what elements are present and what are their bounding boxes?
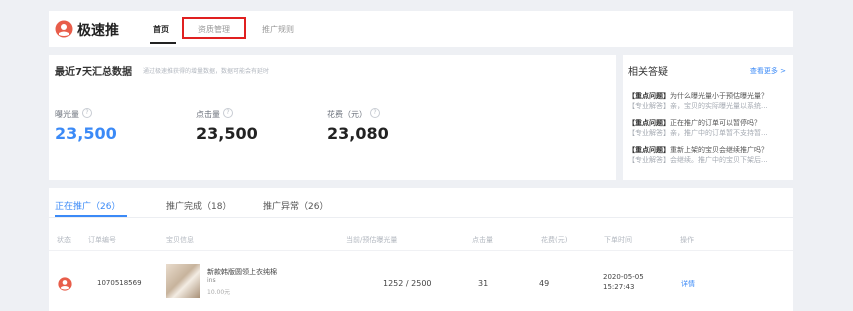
column-header-product: 宝贝信息 — [166, 236, 194, 244]
product-thumbnail[interactable] — [166, 264, 200, 298]
faq-more-link[interactable]: 查看更多 > — [750, 66, 786, 76]
faq-card: 相关答疑 查看更多 > 【重点问题】为什么曝光量小于预估曝光量？ 【专业解答】亲… — [623, 55, 793, 180]
app-logo-icon — [55, 20, 73, 42]
tab-completed[interactable]: 推广完成（18） — [166, 199, 231, 212]
tabs-divider — [49, 217, 793, 218]
tab-in-progress[interactable]: 正在推广（26） — [55, 199, 120, 212]
table-row: 1070518569 新款韩版圆领上衣纯棉 ins 10.00元 1252 / … — [49, 251, 793, 311]
product-name[interactable]: 新款韩版圆领上衣纯棉 — [207, 267, 277, 277]
faq-item[interactable]: 【重点问题】重新上架的宝贝会继续推广吗？ 【专业解答】会继续。推广中的宝贝下架后… — [628, 145, 790, 165]
metric-clicks-label: 点击量 — [196, 110, 220, 119]
metric-cost-label: 花费（元） — [327, 110, 367, 119]
details-link[interactable]: 详情 — [681, 279, 695, 289]
tab-home-underline — [150, 42, 176, 44]
product-price: 10.00元 — [207, 289, 231, 296]
metric-exposure-value: 23,500 — [55, 124, 117, 143]
clicks-value: 31 — [478, 279, 489, 288]
top-nav-bar: 极速推 首页 资质管理 推广规则 — [49, 11, 793, 47]
faq-item[interactable]: 【重点问题】为什么曝光量小于预估曝光量？ 【专业解答】亲，宝贝的实际曝光量以系统… — [628, 91, 790, 111]
column-header-action: 操作 — [680, 236, 694, 244]
faq-title: 相关答疑 — [628, 67, 668, 78]
order-time: 15:27:43 — [603, 283, 635, 291]
help-icon[interactable]: ? — [370, 107, 380, 118]
metric-clicks: 点击量? 23,500 — [196, 102, 258, 143]
metric-clicks-value: 23,500 — [196, 124, 258, 143]
exposure-value: 1252 / 2500 — [383, 279, 432, 288]
tab-abnormal[interactable]: 推广异常（26） — [263, 199, 328, 212]
tab-home[interactable]: 首页 — [153, 24, 169, 35]
status-icon — [58, 276, 72, 295]
summary-subtitle: 通过极速推获得的增量数据，数据可能会有延时 — [143, 68, 270, 75]
column-header-exposure: 当前/预估曝光量 — [346, 236, 398, 244]
metric-exposure-label: 曝光量 — [55, 110, 79, 119]
cost-value: 49 — [539, 279, 550, 288]
product-tag: ins — [207, 277, 216, 284]
column-header-status: 状态 — [57, 236, 71, 244]
summary-title: 最近7天汇总数据 — [55, 67, 132, 78]
help-icon[interactable]: ? — [82, 107, 92, 118]
help-icon[interactable]: ? — [223, 107, 233, 118]
metric-cost-value: 23,080 — [327, 124, 389, 143]
faq-item[interactable]: 【重点问题】正在推广的订单可以暂停吗？ 【专业解答】亲，推广中的订单暂不支持暂.… — [628, 118, 790, 138]
column-header-order-time: 下单时间 — [604, 236, 632, 244]
column-header-cost: 花费(元) — [541, 236, 568, 244]
summary-card: 最近7天汇总数据 通过极速推获得的增量数据，数据可能会有延时 曝光量? 23,5… — [49, 55, 616, 180]
column-header-order-no: 订单编号 — [88, 236, 116, 244]
metric-exposure: 曝光量? 23,500 — [55, 102, 117, 143]
tab-qualification[interactable]: 资质管理 — [198, 24, 230, 35]
app-name: 极速推 — [77, 23, 119, 39]
column-header-clicks: 点击量 — [472, 236, 493, 244]
tab-rules[interactable]: 推广规则 — [262, 24, 294, 35]
metric-cost: 花费（元）? 23,080 — [327, 102, 389, 143]
order-number: 1070518569 — [97, 279, 142, 287]
order-date: 2020-05-05 — [603, 273, 644, 281]
